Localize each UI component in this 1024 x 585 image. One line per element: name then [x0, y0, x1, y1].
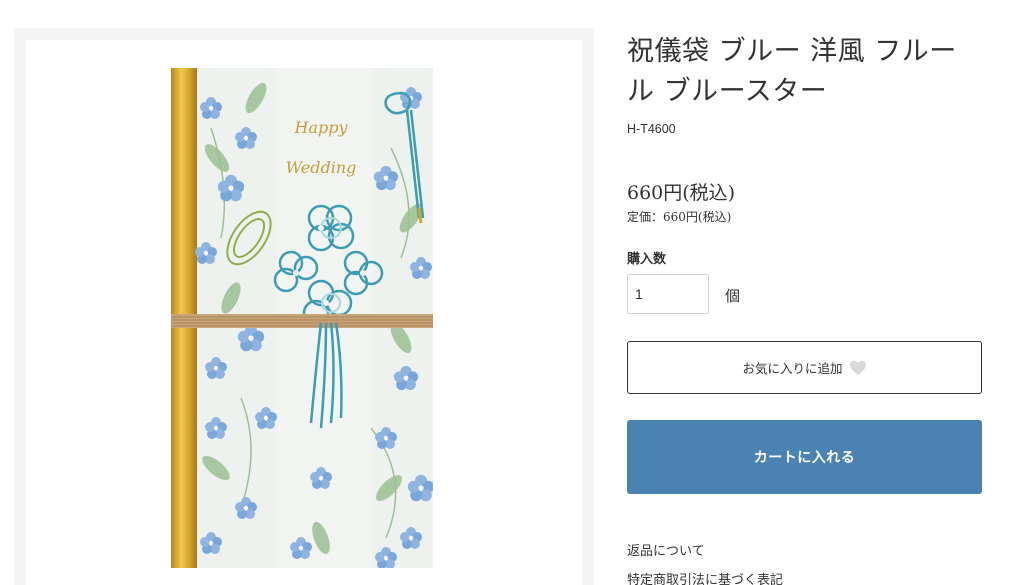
- heart-icon: [849, 360, 866, 375]
- product-price: 660円(税込): [627, 182, 736, 204]
- product-sku: H-T4600: [627, 122, 676, 136]
- add-to-cart-button[interactable]: カートに入れる: [627, 420, 982, 494]
- add-to-favorites-button[interactable]: お気に入りに追加: [627, 341, 982, 394]
- tokusho-link[interactable]: 特定商取引法に基づく表記: [627, 569, 783, 585]
- envelope-illustration: Happy Wedding: [171, 68, 433, 568]
- envelope-text-happy: Happy: [293, 118, 348, 137]
- product-list-price: 定価：660円(税込): [627, 210, 732, 224]
- envelope-text-wedding: Wedding: [286, 158, 357, 177]
- quantity-input[interactable]: [627, 274, 709, 314]
- quantity-unit: 個: [725, 287, 741, 305]
- product-image[interactable]: Happy Wedding: [171, 68, 433, 568]
- product-image-frame: Happy Wedding: [26, 40, 582, 585]
- product-title: 祝儀袋 ブルー 洋風 フルール ブルースター: [627, 36, 957, 107]
- quantity-label: 購入数: [627, 252, 667, 267]
- returns-link[interactable]: 返品について: [627, 540, 705, 559]
- product-image-gallery: Happy Wedding: [14, 28, 594, 585]
- favorite-label: お気に入りに追加: [742, 361, 843, 376]
